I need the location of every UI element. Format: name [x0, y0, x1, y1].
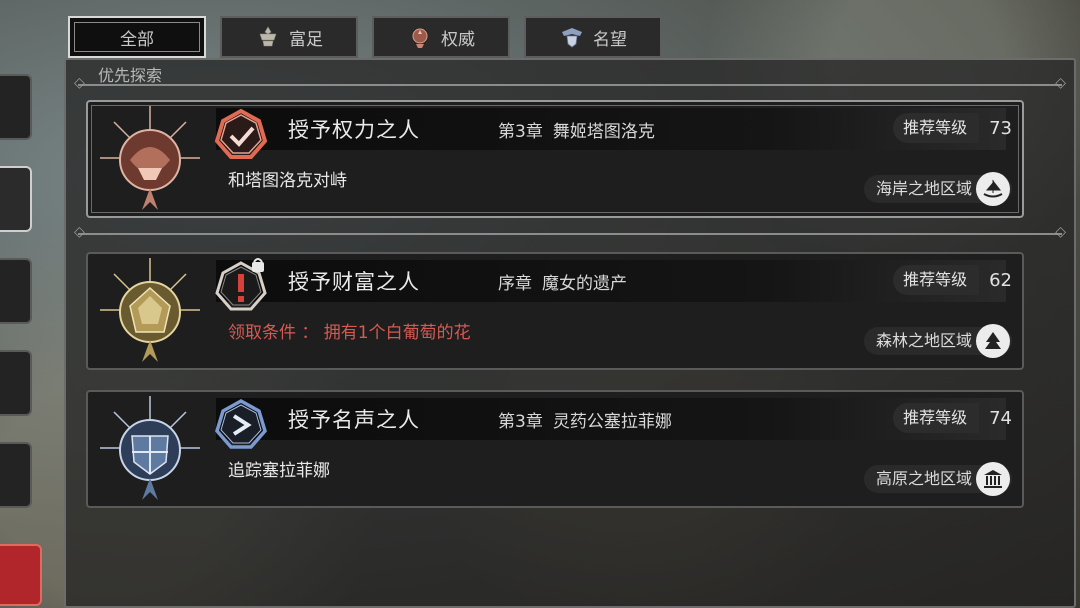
recommended-level: 推荐等级 74 [893, 402, 1012, 434]
authority-icon [412, 28, 428, 48]
chapter-number: 序章 [498, 274, 532, 294]
quest-chapter: 第3章 舞姬塔图洛克 [498, 117, 655, 142]
quest-card-3[interactable]: 授予名声之人 第3章 灵药公塞拉菲娜 推荐等级 74 追踪塞拉菲娜 高原之地区域 [86, 390, 1024, 508]
chapter-name: 舞姬塔图洛克 [552, 122, 655, 142]
divider-top [74, 75, 1066, 91]
recommended-level: 推荐等级 62 [893, 264, 1012, 296]
temple-icon [976, 462, 1010, 496]
quest-description: 和塔图洛克对峙 [228, 171, 347, 191]
side-tab-4[interactable] [0, 350, 32, 416]
quest-title: 授予权力之人 [288, 118, 420, 142]
quest-card-1[interactable]: 授予权力之人 第3章 舞姬塔图洛克 推荐等级 73 和塔图洛克对峙 海岸之地区域 [86, 100, 1024, 218]
tab-wealth[interactable]: 富足 [220, 16, 358, 58]
region-tag[interactable]: 海岸之地区域 [863, 172, 1012, 206]
fame-icon [562, 28, 582, 48]
quest-chapter: 序章 魔女的遗产 [498, 269, 627, 294]
chapter-number: 第3章 [498, 412, 543, 432]
tab-label: 名望 [593, 29, 627, 50]
level-label: 推荐等级 [893, 403, 980, 433]
filter-tabs: 全部 富足 权威 名望 [68, 16, 662, 58]
chapter-name: 魔女的遗产 [542, 274, 627, 294]
tab-label: 全部 [120, 29, 154, 50]
level-label: 推荐等级 [893, 265, 980, 295]
region-tag[interactable]: 森林之地区域 [863, 324, 1012, 358]
recommended-level: 推荐等级 73 [893, 112, 1012, 144]
level-value: 73 [989, 117, 1012, 139]
locked-alert-icon [215, 258, 267, 311]
wealth-icon [259, 26, 277, 47]
tab-fame[interactable]: 名望 [524, 16, 662, 58]
side-red-button[interactable] [0, 544, 42, 606]
tab-authority[interactable]: 权威 [372, 16, 510, 58]
level-label: 推荐等级 [893, 113, 980, 143]
quest-arrow-icon [215, 398, 267, 449]
side-tab-2[interactable] [0, 166, 32, 232]
wealth-emblem-icon [100, 258, 200, 362]
tab-label: 权威 [441, 29, 475, 50]
side-tab-3[interactable] [0, 258, 32, 324]
authority-emblem-icon [100, 106, 200, 210]
region-tag[interactable]: 高原之地区域 [863, 462, 1012, 496]
divider-mid [74, 224, 1066, 240]
tab-label: 富足 [289, 29, 323, 50]
unlock-condition: 领取条件 ： 拥有1个白葡萄的花 [228, 323, 471, 343]
quest-card-2[interactable]: 授予财富之人 序章 魔女的遗产 推荐等级 62 领取条件 ： 拥有1个白葡萄的花 … [86, 252, 1024, 370]
ship-icon [976, 172, 1010, 206]
fame-emblem-icon [100, 396, 200, 500]
level-value: 74 [989, 407, 1012, 429]
quest-title: 授予名声之人 [288, 408, 420, 432]
quest-description: 追踪塞拉菲娜 [228, 461, 330, 481]
side-tab-5[interactable] [0, 442, 32, 508]
side-tab-1[interactable] [0, 74, 32, 140]
level-value: 62 [989, 269, 1012, 291]
quest-chapter: 第3章 灵药公塞拉菲娜 [498, 407, 672, 432]
chapter-number: 第3章 [498, 122, 543, 142]
tree-icon [976, 324, 1010, 358]
chapter-name: 灵药公塞拉菲娜 [552, 412, 672, 432]
quest-title: 授予财富之人 [288, 270, 420, 294]
section-label: 优先探索 [98, 66, 163, 85]
quest-check-icon [214, 108, 268, 159]
tab-all[interactable]: 全部 [68, 16, 206, 58]
